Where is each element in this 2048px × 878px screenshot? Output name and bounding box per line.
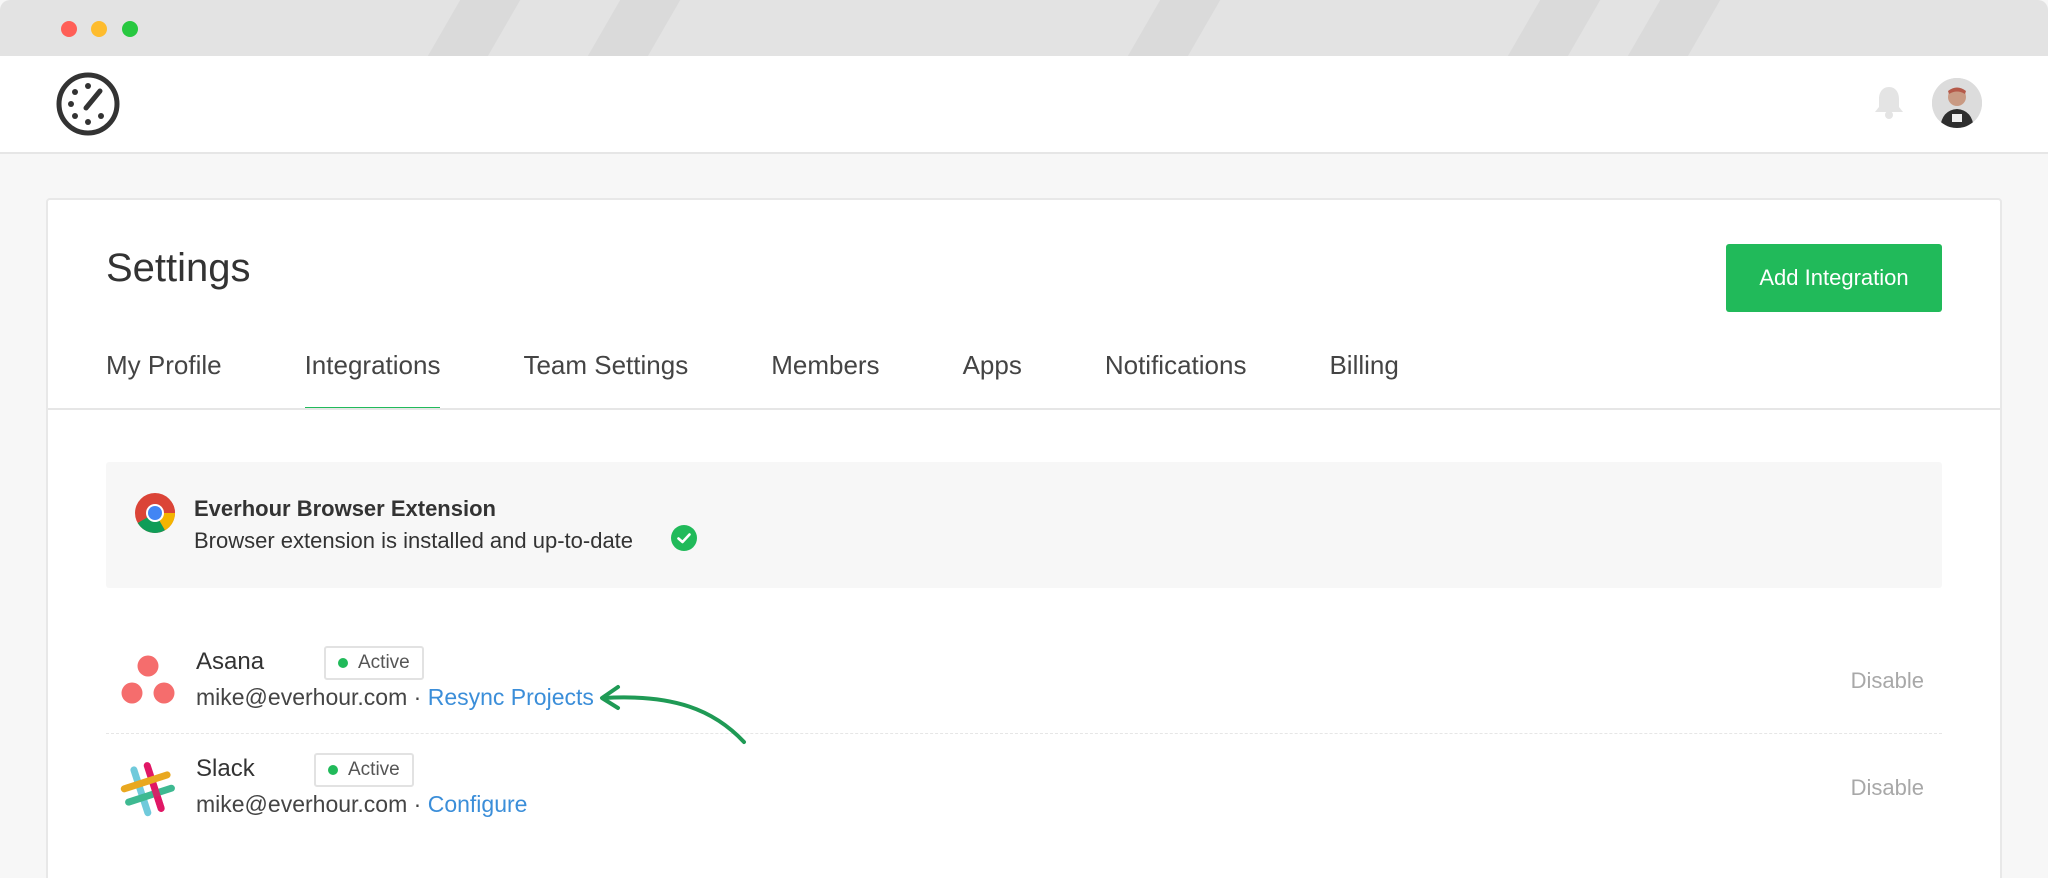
window-close-button[interactable] xyxy=(61,21,77,37)
titlebar-texture xyxy=(1608,0,1732,56)
everhour-logo-icon[interactable] xyxy=(56,72,120,136)
slack-icon xyxy=(120,762,175,817)
annotation-arrow-icon xyxy=(600,685,746,744)
status-dot-icon xyxy=(338,658,348,668)
configure-link[interactable]: Configure xyxy=(428,791,528,817)
meta-separator: · xyxy=(413,684,422,710)
extension-title: Everhour Browser Extension xyxy=(194,496,496,521)
titlebar-texture xyxy=(408,0,532,56)
browser-extension-panel: Everhour Browser Extension Browser exten… xyxy=(106,462,1942,588)
tab-apps[interactable]: Apps xyxy=(963,350,1022,410)
tab-team-settings[interactable]: Team Settings xyxy=(523,350,688,410)
disable-slack-button[interactable]: Disable xyxy=(1851,775,1924,801)
titlebar-texture xyxy=(1488,0,1612,56)
status-badge: Active xyxy=(314,753,414,787)
integration-email: mike@everhour.com xyxy=(196,684,408,710)
status-badge-label: Active xyxy=(348,759,400,780)
resync-projects-link[interactable]: Resync Projects xyxy=(428,684,594,710)
app-header xyxy=(0,56,2048,154)
status-dot-icon xyxy=(328,765,338,775)
tab-integrations[interactable]: Integrations xyxy=(304,350,440,410)
extension-status-text: Browser extension is installed and up-to… xyxy=(194,528,634,553)
integration-name: Asana xyxy=(196,648,265,675)
integration-row-slack: Slack Active mike@everhour.com · Configu… xyxy=(106,735,1942,841)
avatar[interactable] xyxy=(1932,78,1982,128)
page-title: Settings xyxy=(106,246,251,290)
integration-name: Slack xyxy=(196,755,255,782)
titlebar-texture xyxy=(568,0,692,56)
tab-members[interactable]: Members xyxy=(771,350,879,410)
tabs-divider xyxy=(48,408,2000,410)
titlebar-texture xyxy=(1108,0,1232,56)
integration-meta: mike@everhour.com · Configure xyxy=(196,791,527,818)
settings-card: Settings Add Integration My Profile Inte… xyxy=(46,198,2002,878)
integration-row-asana: Asana Active mike@everhour.com · Resync … xyxy=(106,628,1942,734)
add-integration-button[interactable]: Add Integration xyxy=(1726,244,1942,312)
chrome-icon xyxy=(135,493,175,533)
tab-notifications[interactable]: Notifications xyxy=(1105,350,1247,410)
integration-meta: mike@everhour.com · Resync Projects xyxy=(196,684,594,711)
tab-my-profile[interactable]: My Profile xyxy=(106,350,222,410)
window-minimize-button[interactable] xyxy=(91,21,107,37)
user-avatar-icon xyxy=(1932,78,1982,128)
meta-separator: · xyxy=(413,791,422,817)
bell-icon[interactable] xyxy=(1873,84,1905,120)
asana-icon xyxy=(121,655,175,704)
window-titlebar xyxy=(0,0,2048,56)
window-maximize-button[interactable] xyxy=(122,21,138,37)
check-circle-icon xyxy=(671,525,697,551)
disable-asana-button[interactable]: Disable xyxy=(1851,668,1924,694)
tab-billing[interactable]: Billing xyxy=(1329,350,1398,410)
settings-tabs: My Profile Integrations Team Settings Me… xyxy=(106,350,1482,410)
status-badge-label: Active xyxy=(358,652,410,673)
integration-email: mike@everhour.com xyxy=(196,791,408,817)
status-badge: Active xyxy=(324,646,424,680)
